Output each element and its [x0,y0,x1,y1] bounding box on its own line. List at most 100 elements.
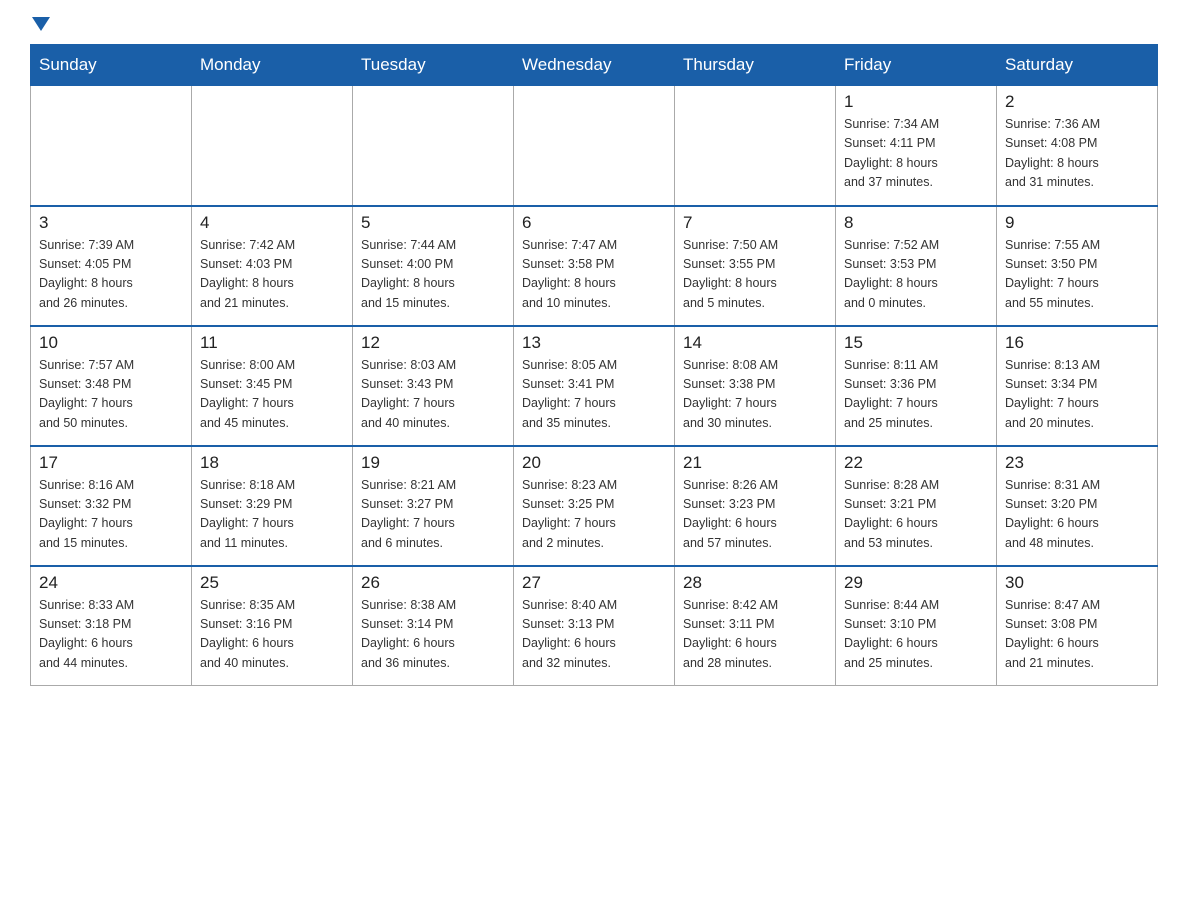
calendar-cell: 27 Sunrise: 8:40 AMSunset: 3:13 PMDayligh… [514,566,675,686]
weekday-header-row: SundayMondayTuesdayWednesdayThursdayFrid… [31,45,1158,86]
calendar-cell: 21 Sunrise: 8:26 AMSunset: 3:23 PMDayligh… [675,446,836,566]
day-number: 24 [39,573,183,593]
day-info: Sunrise: 8:26 AMSunset: 3:23 PMDaylight:… [683,476,827,554]
weekday-header-tuesday: Tuesday [353,45,514,86]
calendar-cell: 22 Sunrise: 8:28 AMSunset: 3:21 PMDayligh… [836,446,997,566]
calendar-cell: 19 Sunrise: 8:21 AMSunset: 3:27 PMDayligh… [353,446,514,566]
day-number: 7 [683,213,827,233]
logo [30,20,50,34]
day-number: 17 [39,453,183,473]
calendar-cell [192,86,353,206]
page-header [30,20,1158,34]
calendar-cell: 11 Sunrise: 8:00 AMSunset: 3:45 PMDayligh… [192,326,353,446]
day-info: Sunrise: 8:28 AMSunset: 3:21 PMDaylight:… [844,476,988,554]
day-info: Sunrise: 8:38 AMSunset: 3:14 PMDaylight:… [361,596,505,674]
day-number: 27 [522,573,666,593]
day-number: 26 [361,573,505,593]
calendar-cell: 14 Sunrise: 8:08 AMSunset: 3:38 PMDayligh… [675,326,836,446]
day-number: 2 [1005,92,1149,112]
day-number: 20 [522,453,666,473]
day-info: Sunrise: 7:36 AMSunset: 4:08 PMDaylight:… [1005,115,1149,193]
calendar-cell [675,86,836,206]
day-number: 13 [522,333,666,353]
calendar-cell: 12 Sunrise: 8:03 AMSunset: 3:43 PMDayligh… [353,326,514,446]
day-info: Sunrise: 8:00 AMSunset: 3:45 PMDaylight:… [200,356,344,434]
calendar-cell: 2 Sunrise: 7:36 AMSunset: 4:08 PMDaylight… [997,86,1158,206]
weekday-header-monday: Monday [192,45,353,86]
day-number: 30 [1005,573,1149,593]
day-number: 28 [683,573,827,593]
calendar-cell: 26 Sunrise: 8:38 AMSunset: 3:14 PMDayligh… [353,566,514,686]
day-info: Sunrise: 7:34 AMSunset: 4:11 PMDaylight:… [844,115,988,193]
day-number: 19 [361,453,505,473]
calendar-cell: 25Sunrise: 8:35 AMSunset: 3:16 PMDayligh… [192,566,353,686]
day-number: 14 [683,333,827,353]
day-number: 4 [200,213,344,233]
calendar-cell: 18 Sunrise: 8:18 AMSunset: 3:29 PMDayligh… [192,446,353,566]
calendar-cell: 28Sunrise: 8:42 AMSunset: 3:11 PMDayligh… [675,566,836,686]
day-info: Sunrise: 8:40 AMSunset: 3:13 PMDaylight:… [522,596,666,674]
calendar-cell: 20 Sunrise: 8:23 AMSunset: 3:25 PMDayligh… [514,446,675,566]
day-number: 18 [200,453,344,473]
calendar-cell [353,86,514,206]
day-number: 29 [844,573,988,593]
weekday-header-thursday: Thursday [675,45,836,86]
day-number: 6 [522,213,666,233]
calendar-cell [31,86,192,206]
day-number: 12 [361,333,505,353]
weekday-header-saturday: Saturday [997,45,1158,86]
day-info: Sunrise: 8:05 AMSunset: 3:41 PMDaylight:… [522,356,666,434]
day-info: Sunrise: 8:33 AMSunset: 3:18 PMDaylight:… [39,596,183,674]
calendar-cell [514,86,675,206]
calendar-cell: 4 Sunrise: 7:42 AMSunset: 4:03 PMDaylight… [192,206,353,326]
day-info: Sunrise: 7:42 AMSunset: 4:03 PMDaylight:… [200,236,344,314]
calendar-cell: 16 Sunrise: 8:13 AMSunset: 3:34 PMDayligh… [997,326,1158,446]
day-info: Sunrise: 7:39 AMSunset: 4:05 PMDaylight:… [39,236,183,314]
calendar-table: SundayMondayTuesdayWednesdayThursdayFrid… [30,44,1158,686]
day-number: 15 [844,333,988,353]
day-number: 10 [39,333,183,353]
day-number: 3 [39,213,183,233]
day-info: Sunrise: 8:03 AMSunset: 3:43 PMDaylight:… [361,356,505,434]
day-number: 16 [1005,333,1149,353]
calendar-cell: 3 Sunrise: 7:39 AMSunset: 4:05 PMDaylight… [31,206,192,326]
calendar-cell: 5Sunrise: 7:44 AMSunset: 4:00 PMDaylight… [353,206,514,326]
calendar-week-row: 3 Sunrise: 7:39 AMSunset: 4:05 PMDaylight… [31,206,1158,326]
calendar-cell: 24 Sunrise: 8:33 AMSunset: 3:18 PMDayligh… [31,566,192,686]
day-info: Sunrise: 7:47 AMSunset: 3:58 PMDaylight:… [522,236,666,314]
calendar-cell: 13 Sunrise: 8:05 AMSunset: 3:41 PMDayligh… [514,326,675,446]
day-info: Sunrise: 8:47 AMSunset: 3:08 PMDaylight:… [1005,596,1149,674]
day-number: 1 [844,92,988,112]
calendar-week-row: 24 Sunrise: 8:33 AMSunset: 3:18 PMDayligh… [31,566,1158,686]
calendar-week-row: 17Sunrise: 8:16 AMSunset: 3:32 PMDayligh… [31,446,1158,566]
day-number: 11 [200,333,344,353]
calendar-cell: 9Sunrise: 7:55 AMSunset: 3:50 PMDaylight… [997,206,1158,326]
day-info: Sunrise: 7:55 AMSunset: 3:50 PMDaylight:… [1005,236,1149,314]
day-number: 22 [844,453,988,473]
calendar-cell: 17Sunrise: 8:16 AMSunset: 3:32 PMDayligh… [31,446,192,566]
weekday-header-wednesday: Wednesday [514,45,675,86]
calendar-cell: 15 Sunrise: 8:11 AMSunset: 3:36 PMDayligh… [836,326,997,446]
day-info: Sunrise: 8:21 AMSunset: 3:27 PMDaylight:… [361,476,505,554]
day-info: Sunrise: 8:08 AMSunset: 3:38 PMDaylight:… [683,356,827,434]
calendar-cell: 8Sunrise: 7:52 AMSunset: 3:53 PMDaylight… [836,206,997,326]
day-info: Sunrise: 7:57 AMSunset: 3:48 PMDaylight:… [39,356,183,434]
weekday-header-friday: Friday [836,45,997,86]
logo-triangle-icon [32,17,50,31]
calendar-cell: 7 Sunrise: 7:50 AMSunset: 3:55 PMDaylight… [675,206,836,326]
day-info: Sunrise: 8:11 AMSunset: 3:36 PMDaylight:… [844,356,988,434]
day-info: Sunrise: 8:35 AMSunset: 3:16 PMDaylight:… [200,596,344,674]
day-number: 23 [1005,453,1149,473]
day-number: 21 [683,453,827,473]
day-info: Sunrise: 7:44 AMSunset: 4:00 PMDaylight:… [361,236,505,314]
day-info: Sunrise: 8:23 AMSunset: 3:25 PMDaylight:… [522,476,666,554]
calendar-cell: 6 Sunrise: 7:47 AMSunset: 3:58 PMDaylight… [514,206,675,326]
calendar-cell: 30 Sunrise: 8:47 AMSunset: 3:08 PMDayligh… [997,566,1158,686]
calendar-cell: 10 Sunrise: 7:57 AMSunset: 3:48 PMDayligh… [31,326,192,446]
day-info: Sunrise: 8:18 AMSunset: 3:29 PMDaylight:… [200,476,344,554]
day-info: Sunrise: 7:52 AMSunset: 3:53 PMDaylight:… [844,236,988,314]
day-info: Sunrise: 7:50 AMSunset: 3:55 PMDaylight:… [683,236,827,314]
calendar-week-row: 10 Sunrise: 7:57 AMSunset: 3:48 PMDayligh… [31,326,1158,446]
calendar-week-row: 1 Sunrise: 7:34 AMSunset: 4:11 PMDaylight… [31,86,1158,206]
day-info: Sunrise: 8:13 AMSunset: 3:34 PMDaylight:… [1005,356,1149,434]
